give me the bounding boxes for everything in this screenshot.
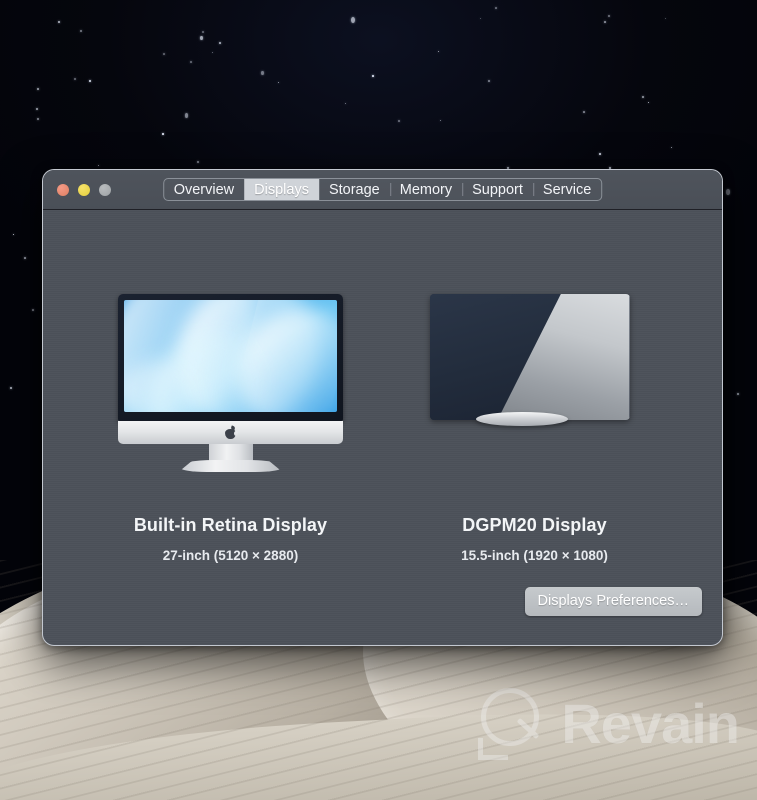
- display-title: DGPM20 Display: [462, 515, 607, 535]
- display-item-builtin[interactable]: Built-in Retina Display 27-inch (5120 × …: [106, 294, 356, 563]
- display-title: Built-in Retina Display: [133, 515, 328, 535]
- display-spec: 15.5-inch (1920 × 1080): [461, 548, 608, 563]
- tab-support[interactable]: Support: [462, 179, 533, 200]
- display-spec: 27-inch (5120 × 2880): [162, 548, 299, 563]
- tab-storage[interactable]: Storage: [319, 179, 390, 200]
- display-list: Built-in Retina Display 27-inch (5120 × …: [43, 210, 722, 563]
- minimize-button[interactable]: [78, 183, 90, 196]
- imac-display-icon: [118, 294, 343, 472]
- window-titlebar: Overview Displays Storage Memory Support…: [43, 170, 722, 210]
- tab-memory[interactable]: Memory: [389, 179, 462, 200]
- displays-pane: Built-in Retina Display 27-inch (5120 × …: [43, 210, 722, 645]
- tab-displays[interactable]: Displays: [244, 179, 319, 200]
- zoom-button[interactable]: [99, 183, 111, 196]
- tab-service[interactable]: Service: [532, 179, 601, 200]
- apple-logo-icon: [225, 425, 238, 439]
- displays-preferences-button[interactable]: Displays Preferences…: [524, 587, 702, 616]
- display-item-external[interactable]: DGPM20 Display 15.5-inch (1920 × 1080): [410, 294, 660, 563]
- close-button[interactable]: [57, 183, 69, 196]
- tab-overview[interactable]: Overview: [164, 179, 244, 200]
- external-display-icon: [429, 294, 640, 439]
- screen: Revain Overview Displays Storage Memory …: [0, 0, 757, 800]
- tab-bar: Overview Displays Storage Memory Support…: [162, 178, 603, 201]
- traffic-lights: [57, 183, 111, 196]
- about-this-mac-window: Overview Displays Storage Memory Support…: [42, 169, 723, 646]
